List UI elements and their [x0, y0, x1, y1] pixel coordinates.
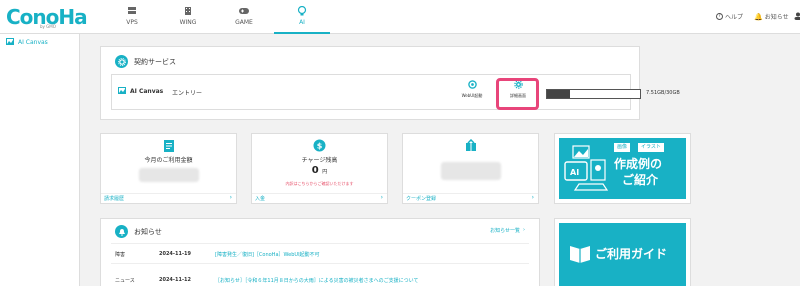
billing-amount-redacted — [138, 168, 199, 182]
tab-label: WING — [179, 19, 197, 26]
news-link[interactable]: [障害発生／復旧]［ConoHa］WebUI起動不可 — [215, 251, 320, 258]
help-link[interactable]: ? ヘルプ — [716, 12, 743, 21]
news-item: 障害 2024-11-19 [障害発生／復旧]［ConoHa］WebUI起動不可 — [115, 249, 515, 261]
news-panel: お知らせ お知らせ一覧 › 障害 2024-11-19 [障害発生／復旧]［Co… — [100, 218, 540, 286]
tab-game[interactable]: GAME — [216, 0, 272, 34]
dollar-icon: $ — [252, 139, 387, 152]
tab-label: AI — [299, 19, 305, 26]
charge-title: チャージ残高 — [301, 157, 338, 164]
guide-banner[interactable]: ご利用ガイド — [554, 218, 691, 286]
coupon-register-label: クーポン登録 — [406, 196, 437, 202]
banner-line2: ご紹介 — [622, 173, 659, 187]
ai-icon — [274, 6, 330, 16]
bell-icon: 🔔 — [754, 12, 763, 21]
banner-body: AI 画像 イラスト 作成例の ご紹介 — [559, 138, 686, 199]
webui-label: WebUI起動 — [461, 93, 483, 98]
banner-line1: 作成例の — [614, 157, 663, 171]
storage-fill — [547, 90, 571, 98]
tab-vps[interactable]: VPS — [104, 0, 160, 34]
chevron-right-icon: › — [229, 194, 232, 201]
document-icon — [101, 139, 236, 153]
billing-title: 今月のご利用金額 — [144, 157, 193, 164]
gear-icon — [115, 55, 128, 68]
billing-history-label: 請求履歴 — [104, 196, 125, 202]
building-icon — [160, 6, 216, 16]
notice-label: お知らせ — [764, 14, 789, 21]
charge-amount: 0 円 — [252, 165, 387, 176]
charge-card: $ チャージ残高 0 円 内訳はこちらからご確認いただけます 入金 › — [251, 133, 388, 204]
sidebar-item-label: AI Canvas — [18, 39, 48, 46]
tab-wing[interactable]: WING — [160, 0, 216, 34]
webui-launch-button[interactable]: WebUI起動 — [455, 80, 489, 99]
coupon-info-redacted — [440, 162, 501, 180]
guide-body: ご利用ガイド — [559, 223, 686, 286]
coupon-register-link[interactable]: クーポン登録 › — [403, 193, 538, 203]
charge-note-link[interactable]: 内訳はこちらからご確認いただけます — [252, 181, 387, 187]
news-more-link[interactable]: お知らせ一覧 › — [490, 227, 525, 234]
news-category: 障害 — [115, 252, 126, 258]
image-icon — [118, 87, 126, 96]
news-more-label: お知らせ一覧 — [490, 228, 520, 234]
coupon-card: クーポン登録 › — [402, 133, 539, 204]
svg-text:AI: AI — [570, 168, 579, 177]
charge-amount-value: 0 — [311, 165, 319, 176]
book-icon — [570, 246, 590, 263]
logo-sub: by GMO — [40, 24, 56, 29]
gamepad-icon — [216, 6, 272, 16]
news-date: 2024-11-19 — [159, 251, 191, 257]
chevron-right-icon: › — [380, 194, 383, 201]
billing-card: 今月のご利用金額 請求履歴 › — [100, 133, 237, 204]
sidebar-item-ai-canvas[interactable]: AI Canvas — [6, 38, 48, 47]
news-category: ニュース — [115, 278, 135, 284]
news-item: ニュース 2024-11-12 ［お知らせ］［令和６年11月８日からの大雨］によ… — [115, 275, 515, 286]
service-name-text: AI Canvas — [130, 88, 164, 95]
highlight-box — [496, 78, 539, 110]
charge-amount-unit: 円 — [322, 169, 328, 175]
news-title: お知らせ — [115, 225, 162, 238]
banner-tag-image: 画像 — [614, 143, 631, 152]
sidebar: AI Canvas — [0, 34, 80, 286]
divider — [111, 243, 529, 244]
coupon-icon — [403, 139, 538, 153]
divider — [111, 263, 529, 264]
deposit-link[interactable]: 入金 › — [252, 193, 387, 203]
help-icon: ? — [716, 13, 723, 20]
tab-label: GAME — [235, 19, 253, 26]
help-label: ヘルプ — [725, 14, 744, 21]
server-icon — [104, 6, 160, 16]
notice-link[interactable]: 🔔 お知らせ — [754, 12, 789, 22]
illustration-icon: AI — [564, 145, 609, 191]
top-header: ConoHa by GMO VPS WING GAME AI ? ヘルプ 🔔 お… — [0, 0, 800, 34]
storage-text: 7.51GB/30GB — [646, 90, 680, 96]
deposit-label: 入金 — [255, 196, 266, 202]
examples-banner[interactable]: AI 画像 イラスト 作成例の ご紹介 — [554, 133, 691, 204]
bell-icon — [115, 225, 128, 238]
service-name: AI Canvas — [118, 87, 163, 96]
banner-tag-illustration: イラスト — [638, 143, 664, 152]
contract-title-text: 契約サービス — [134, 57, 176, 66]
image-icon — [6, 38, 14, 47]
chevron-right-icon: › — [531, 194, 534, 201]
news-title-text: お知らせ — [134, 227, 162, 236]
contract-panel: 契約サービス AI Canvas エントリー WebUI起動 詳細画面 7.51… — [100, 46, 680, 120]
contract-title: 契約サービス — [115, 55, 176, 68]
news-date: 2024-11-12 — [159, 277, 191, 283]
guide-label: ご利用ガイド — [595, 247, 668, 261]
news-link[interactable]: ［お知らせ］［令和６年11月８日からの大雨］による災害の被災者さまへのご支援につ… — [215, 277, 418, 284]
power-icon — [467, 80, 477, 89]
tab-label: VPS — [126, 19, 138, 26]
storage-bar — [546, 89, 641, 99]
conoha-logo[interactable]: ConoHa by GMO — [6, 5, 88, 31]
billing-history-link[interactable]: 請求履歴 › — [101, 193, 236, 203]
svg-text:$: $ — [317, 142, 323, 151]
tab-ai[interactable]: AI — [274, 0, 330, 34]
chevron-right-icon: › — [523, 227, 525, 233]
user-icon[interactable] — [794, 12, 800, 20]
service-plan: エントリー — [172, 90, 203, 97]
service-row: AI Canvas エントリー WebUI起動 詳細画面 7.51GB/30GB — [111, 74, 680, 110]
